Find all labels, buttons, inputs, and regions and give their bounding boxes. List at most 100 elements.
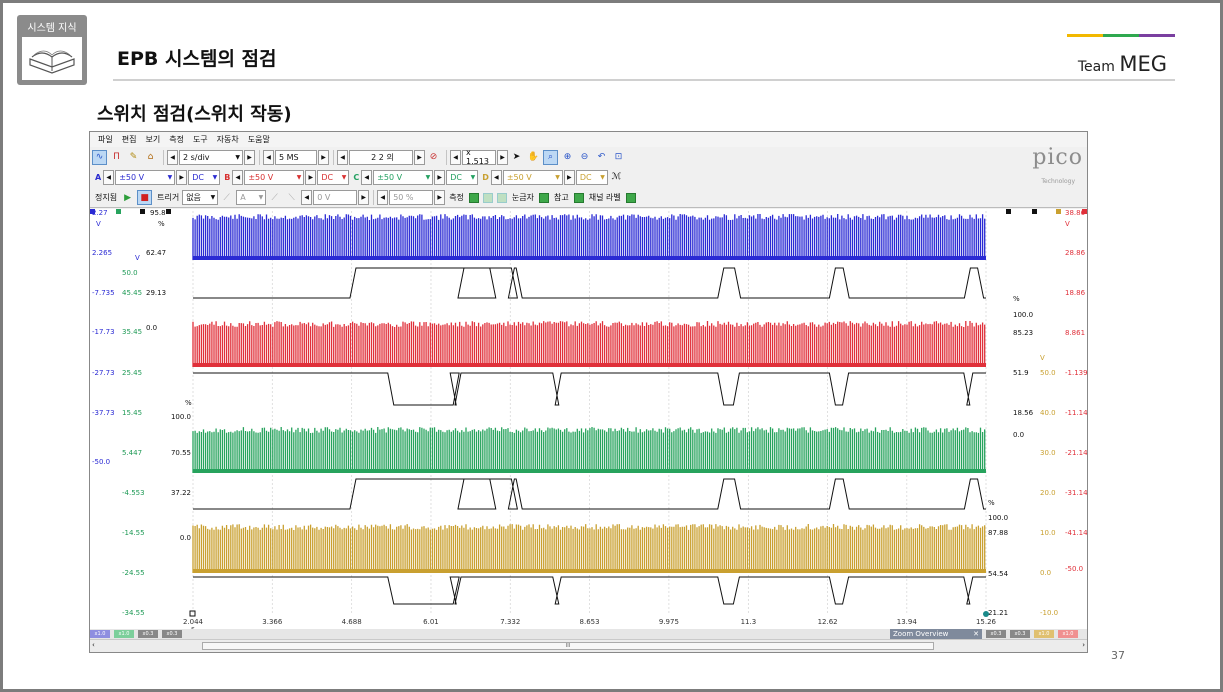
samples-next[interactable]: ▶ (318, 149, 329, 165)
scale-tag-2[interactable]: x0.3 (138, 630, 158, 638)
scale-tag-6[interactable]: x1.0 (1034, 630, 1054, 638)
right-red-label-7: -41.14 (1065, 529, 1087, 537)
zoom-level[interactable]: x 1.513 (462, 148, 496, 166)
channel-D-coupling[interactable]: DC ▼ (575, 169, 608, 185)
trigger-label: 트리거 (157, 193, 180, 202)
scope-plot[interactable]: 2.044 3.366 4.688 6.01 7.332 8.653 9.975 11.3 12… (90, 209, 1088, 633)
zoom-fit-icon[interactable]: ⊡ (611, 150, 626, 165)
run-icon[interactable]: ▶ (120, 190, 135, 205)
undo-zoom-icon[interactable]: ↶ (594, 150, 609, 165)
rising-edge-icon[interactable]: ⟋ (267, 190, 282, 205)
channel-A-range-prev[interactable]: ◀ (103, 169, 115, 185)
menu-item-6[interactable]: 도움말 (248, 134, 270, 145)
scroll-thumb[interactable]: III (202, 642, 934, 650)
pointer-icon[interactable]: ➤ (509, 150, 524, 165)
timebase-next[interactable]: ▶ (244, 149, 255, 165)
zoom-area-icon[interactable]: ⌕ (543, 149, 558, 165)
trig-pct-prev[interactable]: ◀ (377, 190, 389, 205)
samples-prev[interactable]: ◀ (263, 149, 274, 165)
channel-D-range-next[interactable]: ▶ (563, 169, 575, 185)
zoom-in-icon[interactable]: ⊕ (560, 150, 575, 165)
channel-B-coupling[interactable]: DC ▼ (317, 169, 350, 185)
channel-B-label[interactable]: B (224, 173, 230, 182)
capture-next[interactable]: ▶ (414, 149, 425, 165)
edit-measure-icon[interactable] (482, 192, 493, 203)
menu-item-5[interactable]: 자동차 (217, 134, 239, 145)
channel-A-range-next[interactable]: ▶ (176, 169, 188, 185)
capture-counter[interactable]: 2 2 의 (349, 149, 413, 165)
trigger-channel-select[interactable]: A ▼ (236, 190, 267, 205)
menu-item-4[interactable]: 도구 (193, 134, 208, 145)
trigger-mode-select[interactable]: 없음 ▼ (182, 190, 219, 205)
trigger-level[interactable]: 0 V (313, 190, 358, 205)
stop-icon[interactable]: ■ (137, 190, 153, 205)
capture-first[interactable]: ◀ (337, 149, 348, 165)
menu-item-3[interactable]: 측정 (169, 134, 184, 145)
scale-tag-0[interactable]: x1.0 (90, 630, 110, 638)
trig-level-prev[interactable]: ◀ (301, 190, 313, 205)
right-pct1-label-0: 100.0 (988, 514, 1008, 522)
channel-label-label[interactable]: 채널 라벨 (589, 192, 621, 203)
channel-C-range[interactable]: ±50 V ▼ (373, 169, 434, 185)
channel-A-range[interactable]: ±50 V ▼ (115, 169, 176, 185)
menu-item-0[interactable]: 파일 (98, 134, 113, 145)
left-green-label-6: -4.553 (122, 489, 145, 497)
channel-D-range[interactable]: ±50 V ▼ (502, 169, 563, 185)
compass-icon[interactable]: ⊘ (426, 150, 441, 165)
horizontal-scrollbar[interactable]: ‹ III › (90, 639, 1087, 652)
scale-tag-7[interactable]: x1.0 (1058, 630, 1078, 638)
persistence-mode-icon[interactable]: Π (109, 150, 124, 165)
scroll-left-icon[interactable]: ‹ (92, 641, 95, 649)
falling-edge-icon[interactable]: ⟍ (284, 190, 299, 205)
channel-D-range-prev[interactable]: ◀ (490, 169, 502, 185)
scroll-right-icon[interactable]: › (1082, 641, 1085, 649)
channel-C-coupling[interactable]: DC ▼ (446, 169, 479, 185)
ruler-label[interactable]: 눈금자 (512, 192, 534, 203)
timebase-select[interactable]: 2 s/div ▼ (179, 149, 243, 165)
probe-icon[interactable]: ✎ (126, 150, 141, 165)
left-pct-label-0: 62.47 (146, 249, 166, 257)
menu-item-2[interactable]: 보기 (145, 134, 160, 145)
toolbar-main: ∿ Π ✎ ⌂ ◀ 2 s/div ▼ ▶ ◀ 5 MS ▶ ◀ 2 2 의 ▶ … (90, 147, 1087, 167)
menu-item-1[interactable]: 편집 (122, 134, 137, 145)
left-blue-label-2: -17.73 (92, 328, 115, 336)
channel-D-label[interactable]: D (482, 173, 489, 182)
trig-level-next[interactable]: ▶ (358, 190, 370, 205)
trig-pct-next[interactable]: ▶ (434, 190, 446, 205)
zoom-next[interactable]: ▶ (497, 149, 508, 165)
home-icon[interactable]: ⌂ (143, 150, 158, 165)
zoom-out-icon[interactable]: ⊖ (577, 150, 592, 165)
left-pct-top: 95.8 (150, 209, 166, 217)
timebase-prev[interactable]: ◀ (167, 149, 178, 165)
channel-B-range-next[interactable]: ▶ (305, 169, 317, 185)
x-tick-4: 7.332 (500, 618, 520, 626)
reference-icon[interactable] (573, 192, 584, 203)
add-measure-icon[interactable] (468, 192, 479, 203)
channel-C-label[interactable]: C (353, 173, 359, 182)
scale-tag-5[interactable]: x0.3 (1010, 630, 1030, 638)
channel-A-label[interactable]: A (95, 173, 101, 182)
scale-tag-1[interactable]: x1.0 (114, 630, 134, 638)
zoom-overview-close-icon[interactable]: ✕ (973, 629, 979, 639)
channel-A-coupling[interactable]: DC ▼ (188, 169, 221, 185)
math-channel-icon[interactable]: ℳ (609, 170, 624, 185)
measure-label[interactable]: 측정 (449, 192, 464, 203)
channel-B-range[interactable]: ±50 V ▼ (244, 169, 305, 185)
delete-measure-icon[interactable] (496, 192, 507, 203)
zoom-prev[interactable]: ◀ (450, 149, 461, 165)
zoom-overview[interactable]: Zoom Overview ✕ (890, 629, 982, 639)
channel-label-icon[interactable] (625, 192, 636, 203)
trigger-position[interactable]: 50 % (389, 190, 434, 205)
samples-select[interactable]: 5 MS (275, 149, 317, 165)
channel-C-range-next[interactable]: ▶ (434, 169, 446, 185)
ruler-icon[interactable] (539, 192, 550, 203)
hand-icon[interactable]: ✋ (526, 150, 541, 165)
scale-tag-4[interactable]: x0.3 (986, 630, 1006, 638)
scale-tag-3[interactable]: x0.3 (162, 630, 182, 638)
trigger-advanced-icon[interactable]: ⟋ (219, 190, 234, 205)
channel-C-range-prev[interactable]: ◀ (361, 169, 373, 185)
trace-d (192, 524, 986, 573)
scope-mode-icon[interactable]: ∿ (92, 149, 107, 165)
channel-B-range-prev[interactable]: ◀ (232, 169, 244, 185)
reference-label[interactable]: 참고 (554, 192, 569, 203)
